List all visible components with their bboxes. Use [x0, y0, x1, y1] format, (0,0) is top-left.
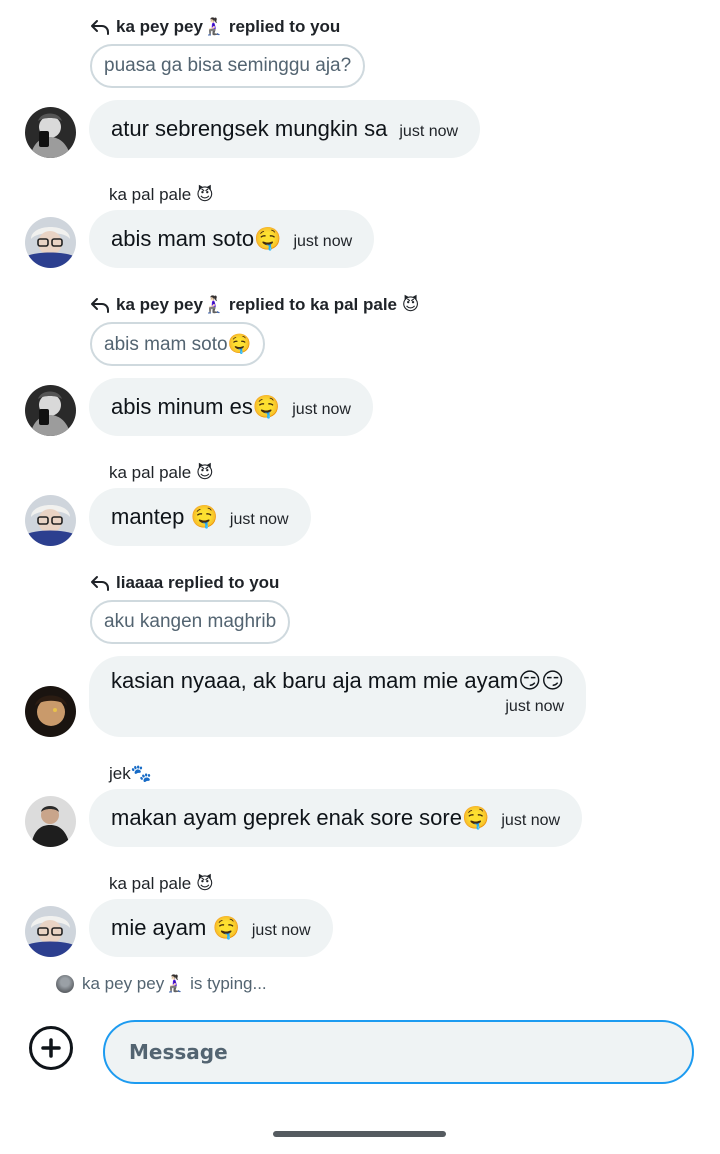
- message-text: makan ayam geprek enak sore sore🤤: [111, 805, 490, 830]
- avatar[interactable]: [25, 906, 76, 957]
- quoted-message[interactable]: puasa ga bisa seminggu aja?: [90, 44, 366, 88]
- quoted-text: abis mam soto🤤: [104, 334, 252, 355]
- message-bubble[interactable]: abis mam soto🤤 just now: [89, 210, 375, 268]
- avatar[interactable]: [25, 686, 76, 737]
- reply-context: ka pey pey🧎🏻‍♀️ replied to ka pal pale 😈: [90, 294, 419, 316]
- reply-arrow-icon: [90, 297, 110, 313]
- message-timestamp: just now: [293, 232, 353, 250]
- message-bubble[interactable]: kasian nyaaa, ak baru aja mam mie ayam😏😏…: [89, 656, 587, 737]
- message-timestamp: just now: [505, 698, 565, 715]
- message-bubble[interactable]: makan ayam geprek enak sore sore🤤 just n…: [89, 789, 583, 847]
- sender-name[interactable]: ka pal pale 😈: [109, 873, 214, 895]
- reply-arrow-icon: [90, 19, 110, 35]
- message-text: mantep 🤤: [111, 504, 218, 529]
- reply-label: liaaaa replied to you: [116, 573, 280, 592]
- sender-name[interactable]: jek🐾: [109, 763, 152, 785]
- message-timestamp: just now: [292, 400, 351, 418]
- message-text: kasian nyaaa, ak baru aja mam mie ayam😏😏: [111, 668, 565, 693]
- typing-text: ka pey pey🧎🏻‍♀️ is typing...: [82, 974, 267, 993]
- avatar[interactable]: [25, 217, 76, 268]
- reply-label: ka pey pey🧎🏻‍♀️ replied to you: [116, 17, 341, 36]
- quoted-message[interactable]: abis mam soto🤤: [90, 322, 266, 366]
- avatar[interactable]: [25, 107, 76, 158]
- message-timestamp: just now: [501, 811, 561, 829]
- reply-context: ka pey pey🧎🏻‍♀️ replied to you: [90, 16, 340, 38]
- quoted-message[interactable]: aku kangen maghrib: [90, 600, 291, 644]
- avatar[interactable]: [25, 495, 76, 546]
- sender-name[interactable]: ka pal pale 😈: [109, 184, 214, 206]
- quoted-text: puasa ga bisa seminggu aja?: [104, 55, 352, 76]
- typing-avatar: [56, 975, 74, 993]
- message-bubble[interactable]: atur sebrengsek mungkin sa just now: [89, 100, 481, 158]
- typing-indicator: ka pey pey🧎🏻‍♀️ is typing...: [56, 973, 267, 995]
- message-text: abis mam soto🤤: [111, 226, 282, 251]
- avatar[interactable]: [25, 796, 76, 847]
- reply-label: ka pey pey🧎🏻‍♀️ replied to ka pal pale 😈: [116, 295, 420, 314]
- message-input[interactable]: [103, 1020, 694, 1084]
- message-bubble[interactable]: mantep 🤤 just now: [89, 488, 311, 546]
- home-indicator[interactable]: [273, 1131, 446, 1137]
- message-timestamp: just now: [229, 510, 289, 528]
- sender-name[interactable]: ka pal pale 😈: [109, 462, 214, 484]
- reply-context: liaaaa replied to you: [90, 572, 279, 594]
- message-text: atur sebrengsek mungkin sa: [111, 116, 388, 141]
- message-text: abis minum es🤤: [111, 394, 281, 419]
- quoted-text: aku kangen maghrib: [104, 611, 277, 632]
- avatar[interactable]: [25, 385, 76, 436]
- message-timestamp: just now: [399, 122, 459, 140]
- message-bubble[interactable]: abis minum es🤤 just now: [89, 378, 373, 436]
- message-bubble[interactable]: mie ayam 🤤 just now: [89, 899, 333, 957]
- plus-circle-icon[interactable]: [29, 1026, 73, 1070]
- reply-arrow-icon: [90, 575, 110, 591]
- message-timestamp: just now: [251, 921, 311, 939]
- message-text: mie ayam 🤤: [111, 915, 240, 940]
